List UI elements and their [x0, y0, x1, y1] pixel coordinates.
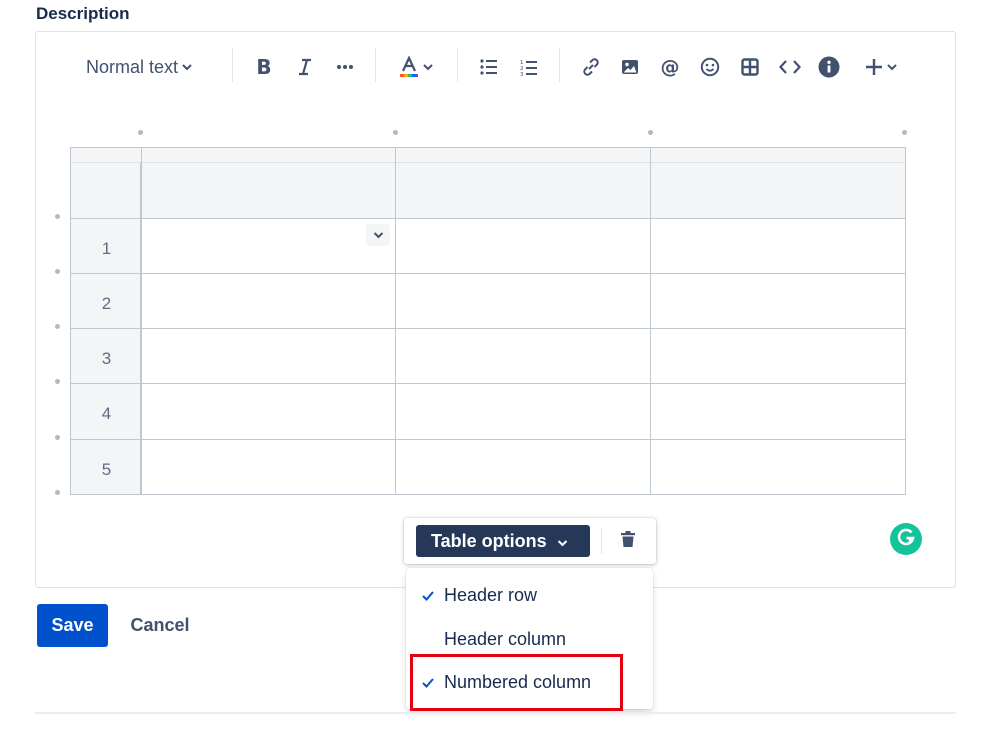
menu-item-label: Header row [444, 584, 538, 605]
editor-table[interactable]: 1 2 3 4 5 [70, 147, 906, 495]
more-icon [336, 64, 354, 70]
emoji-icon [700, 57, 720, 77]
toolbar-divider [601, 528, 602, 554]
column-divider [141, 148, 142, 494]
more-formatting-button[interactable] [332, 54, 358, 80]
row-number: 4 [101, 404, 112, 423]
cancel-button[interactable]: Cancel [124, 604, 196, 647]
text-style-dropdown[interactable]: Normal text [78, 54, 200, 80]
chevron-down-icon [423, 63, 433, 71]
bold-button[interactable]: B [251, 54, 277, 80]
save-button[interactable]: Save [37, 604, 108, 647]
chevron-down-icon [373, 226, 384, 244]
row-divider [71, 273, 905, 274]
editor-toolbar: Normal text B 1 2 3 @ [36, 32, 955, 100]
image-icon [621, 59, 639, 75]
chevron-down-icon [182, 63, 192, 71]
bullet-list-button[interactable] [476, 54, 502, 80]
plus-icon [865, 58, 883, 76]
chevron-down-icon [557, 531, 568, 552]
text-color-button[interactable] [394, 54, 438, 80]
table-button[interactable] [737, 54, 763, 80]
toolbar-divider [457, 48, 458, 82]
table-options-label: Table options [431, 530, 547, 551]
text-style-label: Normal text [85, 56, 179, 77]
header-row[interactable] [142, 163, 905, 219]
divider [35, 712, 956, 714]
mention-button[interactable]: @ [657, 54, 683, 80]
column-insert-handle[interactable] [138, 130, 143, 135]
trash-icon [620, 530, 636, 553]
link-button[interactable] [578, 54, 604, 80]
row-number: 3 [101, 349, 112, 368]
highlight-box [410, 654, 623, 711]
toolbar-divider [375, 48, 376, 82]
check-icon [421, 587, 435, 601]
column-insert-handle[interactable] [393, 130, 398, 135]
italic-button[interactable] [292, 54, 318, 80]
svg-text:3: 3 [520, 72, 524, 76]
column-insert-handle[interactable] [648, 130, 653, 135]
grammarly-button[interactable] [890, 523, 922, 555]
toolbar-divider [232, 48, 233, 82]
image-button[interactable] [617, 54, 643, 80]
row-insert-handle[interactable] [55, 214, 60, 219]
row-divider [71, 383, 905, 384]
link-icon [581, 57, 601, 77]
grammarly-icon [895, 526, 917, 553]
cell-options-button[interactable] [366, 224, 390, 246]
menu-item-label: Header column [444, 628, 567, 649]
table-icon [741, 58, 759, 76]
mention-icon: @ [660, 56, 680, 78]
row-divider [71, 439, 905, 440]
menu-item-header-column[interactable]: Header column [406, 619, 653, 659]
description-label: Description [36, 4, 130, 23]
row-insert-handle[interactable] [55, 324, 60, 329]
bullet-list-icon [480, 59, 498, 75]
bold-icon: B [256, 55, 272, 79]
code-icon [779, 59, 801, 75]
row-insert-handle[interactable] [55, 490, 60, 495]
row-divider [71, 328, 905, 329]
row-insert-handle[interactable] [55, 379, 60, 384]
menu-item-header-row[interactable]: Header row [406, 575, 653, 615]
insert-more-button[interactable] [860, 54, 902, 80]
chevron-down-icon [887, 63, 897, 71]
table-options-button[interactable]: Table options [416, 525, 590, 557]
italic-icon [297, 58, 313, 76]
column-divider [395, 148, 396, 494]
numbered-list-button[interactable]: 123 [516, 54, 542, 80]
toolbar-divider [559, 48, 560, 82]
emoji-button[interactable] [697, 54, 723, 80]
column-divider [650, 148, 651, 494]
code-button[interactable] [777, 54, 803, 80]
numbered-list-icon: 123 [520, 59, 538, 76]
delete-table-button[interactable] [617, 529, 639, 553]
row-divider [71, 218, 905, 219]
column-controls-bar[interactable] [71, 148, 905, 163]
row-insert-handle[interactable] [55, 269, 60, 274]
text-color-icon [399, 56, 419, 78]
column-insert-handle[interactable] [902, 130, 907, 135]
row-number: 1 [101, 239, 112, 258]
row-number: 2 [101, 294, 112, 313]
row-number: 5 [101, 460, 112, 479]
row-insert-handle[interactable] [55, 435, 60, 440]
info-panel-button[interactable] [816, 54, 842, 80]
info-icon [818, 56, 840, 78]
table-floating-toolbar: Table options [404, 518, 656, 564]
